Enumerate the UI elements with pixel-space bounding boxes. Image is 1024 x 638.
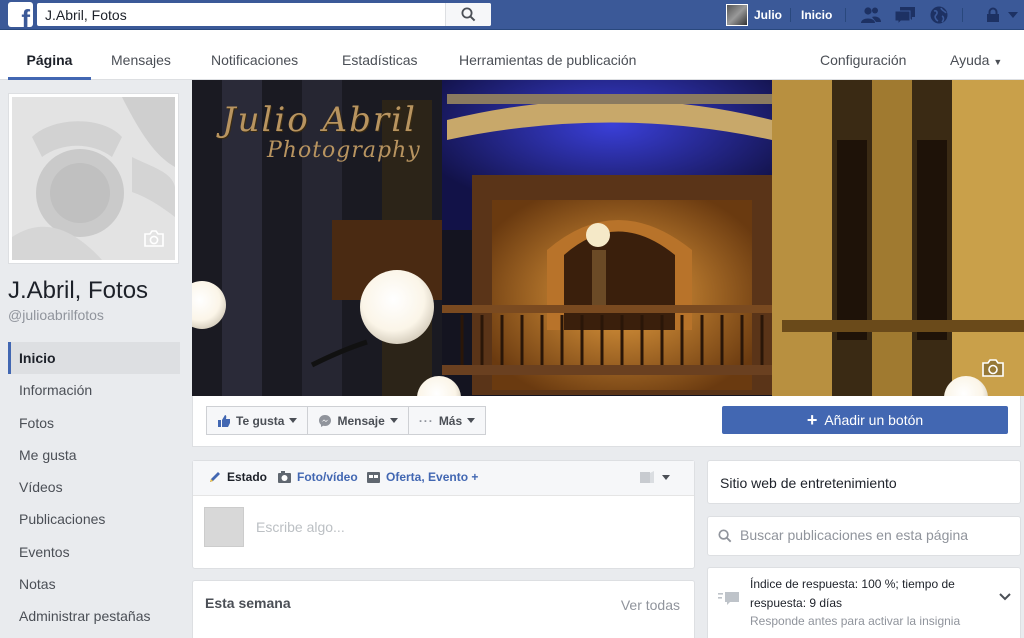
cover-watermark: Julio Abril Photography bbox=[222, 100, 421, 163]
top-bar: f Julio Inicio bbox=[0, 0, 1024, 30]
like-button[interactable]: Te gusta bbox=[206, 406, 309, 435]
search-box bbox=[37, 3, 491, 26]
settings-menu-icon[interactable] bbox=[1002, 5, 1024, 25]
page-handle[interactable]: @julioabrilfotos bbox=[8, 307, 104, 323]
messages-icon[interactable] bbox=[894, 5, 916, 25]
more-dots-icon: ··· bbox=[418, 413, 434, 428]
response-rate-card[interactable]: Índice de respuesta: 100 %; tiempo de re… bbox=[707, 567, 1021, 638]
tab-ayuda-label: Ayuda bbox=[950, 52, 990, 68]
search-input[interactable] bbox=[37, 3, 445, 26]
sidebar-item-me-gusta[interactable]: Me gusta bbox=[8, 439, 180, 471]
messenger-icon bbox=[319, 414, 332, 427]
avatar bbox=[204, 507, 244, 547]
thumbs-up-icon bbox=[218, 414, 230, 427]
cover-photo[interactable]: Julio Abril Photography bbox=[192, 80, 1024, 396]
response-rate-subtext: Responde antes para activar la insignia bbox=[750, 614, 961, 628]
composer-tab-offer-label: Oferta, Evento + bbox=[386, 470, 479, 484]
camera-icon bbox=[278, 471, 291, 483]
tab-mensajes[interactable]: Mensajes bbox=[111, 30, 171, 80]
caret-down-icon bbox=[467, 418, 476, 423]
composer-tabs: Estado Foto/vídeo Oferta, Evento + bbox=[193, 461, 694, 496]
message-button-label: Mensaje bbox=[337, 413, 385, 428]
add-button-label: Añadir un botón bbox=[824, 412, 924, 428]
user-name: Julio bbox=[754, 8, 783, 22]
profile-picture[interactable] bbox=[8, 93, 179, 264]
tab-notificaciones[interactable]: Notificaciones bbox=[211, 30, 298, 80]
avatar bbox=[726, 4, 748, 26]
camera-icon[interactable] bbox=[981, 358, 1005, 378]
caret-down-icon bbox=[389, 418, 398, 423]
page-search-box bbox=[707, 516, 1021, 556]
divider bbox=[845, 8, 846, 22]
more-button[interactable]: ··· Más bbox=[408, 406, 487, 435]
composer-tab-photo-label: Foto/vídeo bbox=[297, 470, 358, 484]
sidebar-item-publicaciones[interactable]: Publicaciones bbox=[8, 503, 180, 535]
tab-pagina[interactable]: Página bbox=[8, 30, 91, 80]
more-button-label: Más bbox=[438, 413, 463, 428]
divider bbox=[962, 8, 963, 22]
composer-tab-status[interactable]: Estado bbox=[208, 470, 267, 484]
tab-ayuda[interactable]: Ayuda ▼ bbox=[950, 30, 1002, 80]
sidebar-item-informacion[interactable]: Información bbox=[8, 374, 180, 406]
caret-down-icon bbox=[289, 418, 298, 423]
sidebar-item-inicio[interactable]: Inicio bbox=[8, 342, 180, 375]
add-button-button[interactable]: + Añadir un botón bbox=[722, 406, 1008, 434]
page-title: J.Abril, Fotos bbox=[8, 277, 149, 304]
page-search-input[interactable] bbox=[740, 527, 1010, 543]
home-link[interactable]: Inicio bbox=[801, 8, 832, 22]
composer-tab-offer[interactable]: Oferta, Evento + bbox=[366, 470, 478, 484]
this-week-card: Esta semana Ver todas bbox=[192, 580, 695, 638]
lock-icon[interactable] bbox=[982, 5, 1004, 25]
globe-icon[interactable] bbox=[928, 5, 950, 25]
sidebar-item-notas[interactable]: Notas bbox=[8, 568, 180, 600]
message-button[interactable]: Mensaje bbox=[308, 406, 409, 435]
sidebar-item-videos[interactable]: Vídeos bbox=[8, 471, 180, 503]
tab-herramientas[interactable]: Herramientas de publicación bbox=[459, 30, 636, 80]
sidebar-item-fotos[interactable]: Fotos bbox=[8, 407, 180, 439]
sidebar-nav: Inicio Información Fotos Me gusta Vídeos… bbox=[8, 342, 180, 633]
category-card: Sitio web de entretenimiento bbox=[707, 460, 1021, 504]
tab-estadisticas[interactable]: Estadísticas bbox=[342, 30, 417, 80]
camera-icon[interactable] bbox=[143, 230, 165, 248]
action-buttons: Te gusta Mensaje ··· Más bbox=[206, 406, 487, 435]
composer-body[interactable]: Escribe algo... bbox=[193, 496, 694, 569]
chat-bubble-icon bbox=[718, 592, 739, 605]
response-rate-text: Índice de respuesta: 100 %; tiempo de re… bbox=[750, 577, 955, 610]
post-composer: Estado Foto/vídeo Oferta, Evento + Escri… bbox=[192, 460, 695, 569]
search-button[interactable] bbox=[445, 3, 491, 26]
chevron-down-icon[interactable] bbox=[998, 592, 1012, 602]
profile-link[interactable]: Julio bbox=[726, 4, 782, 26]
like-button-label: Te gusta bbox=[236, 413, 285, 428]
friends-icon[interactable] bbox=[860, 5, 882, 25]
search-icon bbox=[461, 7, 476, 22]
audience-selector[interactable] bbox=[639, 470, 670, 484]
see-all-link[interactable]: Ver todas bbox=[621, 597, 680, 613]
composer-tab-status-label: Estado bbox=[227, 470, 268, 484]
search-icon bbox=[718, 529, 732, 543]
divider bbox=[790, 8, 791, 22]
facebook-logo-icon[interactable]: f bbox=[8, 2, 33, 27]
pencil-icon bbox=[210, 472, 220, 482]
composer-tab-photo[interactable]: Foto/vídeo bbox=[277, 470, 358, 484]
cover-watermark-title: Julio Abril bbox=[222, 100, 417, 140]
caret-down-icon: ▼ bbox=[993, 57, 1003, 67]
plus-icon: + bbox=[806, 410, 818, 430]
sidebar-item-eventos[interactable]: Eventos bbox=[8, 536, 180, 568]
composer-input[interactable]: Escribe algo... bbox=[256, 519, 345, 535]
sidebar-item-administrar-pestanas[interactable]: Administrar pestañas bbox=[8, 600, 180, 632]
caret-down-icon bbox=[662, 474, 670, 480]
tab-configuracion[interactable]: Configuración bbox=[820, 30, 906, 80]
offer-icon bbox=[367, 472, 380, 483]
this-week-title: Esta semana bbox=[205, 595, 291, 611]
page-category[interactable]: Sitio web de entretenimiento bbox=[720, 475, 897, 491]
audience-icon bbox=[640, 471, 654, 483]
profile-picture-image bbox=[12, 97, 175, 260]
cover-actions-bar: Te gusta Mensaje ··· Más + Añadir un bot… bbox=[192, 396, 1021, 447]
cover-watermark-subtitle: Photography bbox=[267, 138, 421, 163]
page-nav: Página Mensajes Notificaciones Estadísti… bbox=[0, 30, 1024, 80]
